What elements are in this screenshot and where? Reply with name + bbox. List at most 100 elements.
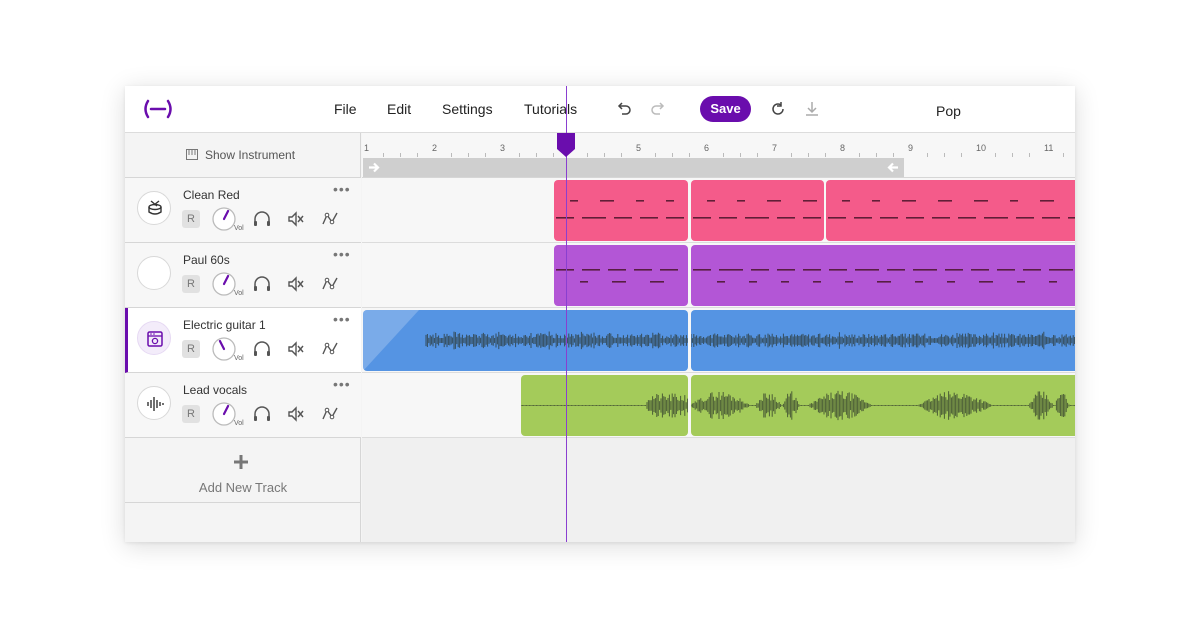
ruler-tick [383,153,384,157]
download-icon[interactable] [802,99,822,119]
waveform-icon[interactable] [137,386,171,420]
ruler-tick [468,153,469,157]
menu-file[interactable]: File [334,101,357,117]
automation-icon[interactable] [320,404,340,424]
track-options-button[interactable]: ••• [333,376,351,392]
show-instrument-toggle[interactable]: Show Instrument [125,133,361,178]
ruler-bar-number: 9 [908,143,914,153]
track-options-button[interactable]: ••• [333,311,351,327]
track-options-button[interactable]: ••• [333,246,351,262]
mute-icon[interactable] [286,209,306,229]
arrow-left-icon[interactable] [885,162,899,173]
ruler-tick [944,153,945,157]
audio-clip[interactable] [691,310,1075,371]
ruler-tick [808,153,809,157]
track-name[interactable]: Electric guitar 1 [183,318,266,332]
save-button[interactable]: Save [700,96,751,122]
audio-clip[interactable] [691,375,1075,436]
ruler-tick [689,153,690,157]
track-row[interactable]: Paul 60s ••• R Vol [125,243,361,308]
volume-label: Vol [234,225,244,232]
amp-icon[interactable] [137,321,171,355]
add-track-label: Add New Track [198,480,288,495]
menu-edit[interactable]: Edit [387,101,411,117]
record-arm-button[interactable]: R [182,405,200,423]
mute-icon[interactable] [286,404,306,424]
midi-clip[interactable] [554,245,688,306]
track-options-button[interactable]: ••• [333,181,351,197]
blank-avatar[interactable] [137,256,171,290]
ruler-bar-number: 7 [772,143,778,153]
record-arm-button[interactable]: R [182,275,200,293]
ruler-tick [893,153,894,157]
loop-region[interactable] [363,158,904,177]
headphones-icon[interactable] [252,404,272,424]
track-name[interactable]: Lead vocals [183,383,247,397]
menu-settings[interactable]: Settings [442,101,493,117]
midi-clip[interactable] [691,245,1075,306]
ruler-tick [757,153,758,157]
ruler-bar-number: 11 [1044,143,1054,153]
record-arm-button[interactable]: R [182,340,200,358]
ruler-tick [927,153,928,157]
headphones-icon[interactable] [252,274,272,294]
ruler-tick [1012,153,1013,157]
undo-icon[interactable] [614,99,634,119]
mute-icon[interactable] [286,274,306,294]
genre-label[interactable]: Pop [936,103,961,119]
record-arm-button[interactable]: R [182,210,200,228]
track-row-selected[interactable]: Electric guitar 1 ••• R Vol [125,308,361,373]
add-track-button[interactable]: Add New Track [125,438,361,503]
automation-icon[interactable] [320,274,340,294]
ruler-bar-number: 1 [364,143,370,153]
track-name[interactable]: Clean Red [183,188,240,202]
ruler-tick [519,153,520,157]
arrow-right-icon[interactable] [368,162,382,173]
menu-tutorials[interactable]: Tutorials [524,101,577,117]
ruler-tick [553,153,554,157]
show-instrument-label: Show Instrument [205,148,296,162]
daw-app-window: File Edit Settings Tutorials Save Pop Sh… [125,86,1075,542]
volume-label: Vol [234,355,244,362]
empty-lane[interactable] [362,438,1075,542]
track-row[interactable]: Clean Red ••• R Vol [125,178,361,243]
audio-clip[interactable] [521,375,688,436]
redo-icon[interactable] [648,99,668,119]
ruler-tick [400,153,401,157]
headphones-icon[interactable] [252,339,272,359]
track-row[interactable]: Lead vocals ••• R Vol [125,373,361,438]
ruler-bar-number: 8 [840,143,846,153]
midi-clip[interactable] [554,180,688,241]
ruler-tick [604,153,605,157]
ruler-tick [876,153,877,157]
ruler-tick [791,153,792,157]
automation-icon[interactable] [320,339,340,359]
track-name[interactable]: Paul 60s [183,253,230,267]
ruler-tick [995,153,996,157]
midi-clip[interactable] [826,180,1075,241]
mute-icon[interactable] [286,339,306,359]
timeline-ruler[interactable]: 1 2 3 5 6 7 8 9 10 11 [362,133,1075,178]
reload-icon[interactable] [768,99,788,119]
top-bar: File Edit Settings Tutorials Save Pop [125,86,1075,133]
ruler-bar-number: 10 [976,143,987,153]
ruler-tick [1063,153,1064,157]
ruler-tick [740,153,741,157]
timeline-area[interactable]: 1 2 3 5 6 7 8 9 10 11 [362,133,1075,542]
ruler-tick [485,153,486,157]
ruler-bar-number: 2 [432,143,438,153]
drum-icon[interactable] [137,191,171,225]
ruler-tick [859,153,860,157]
automation-icon[interactable] [320,209,340,229]
track-panel: Show Instrument Clean Red ••• R Vol Paul… [125,133,361,542]
ruler-tick [536,153,537,157]
ruler-tick [672,153,673,157]
app-logo[interactable] [142,98,174,120]
playhead-handle[interactable] [557,133,575,157]
audio-clip[interactable] [363,310,688,371]
ruler-bar-number: 3 [500,143,506,153]
ruler-tick [961,153,962,157]
ruler-tick [621,153,622,157]
midi-clip[interactable] [691,180,824,241]
headphones-icon[interactable] [252,209,272,229]
